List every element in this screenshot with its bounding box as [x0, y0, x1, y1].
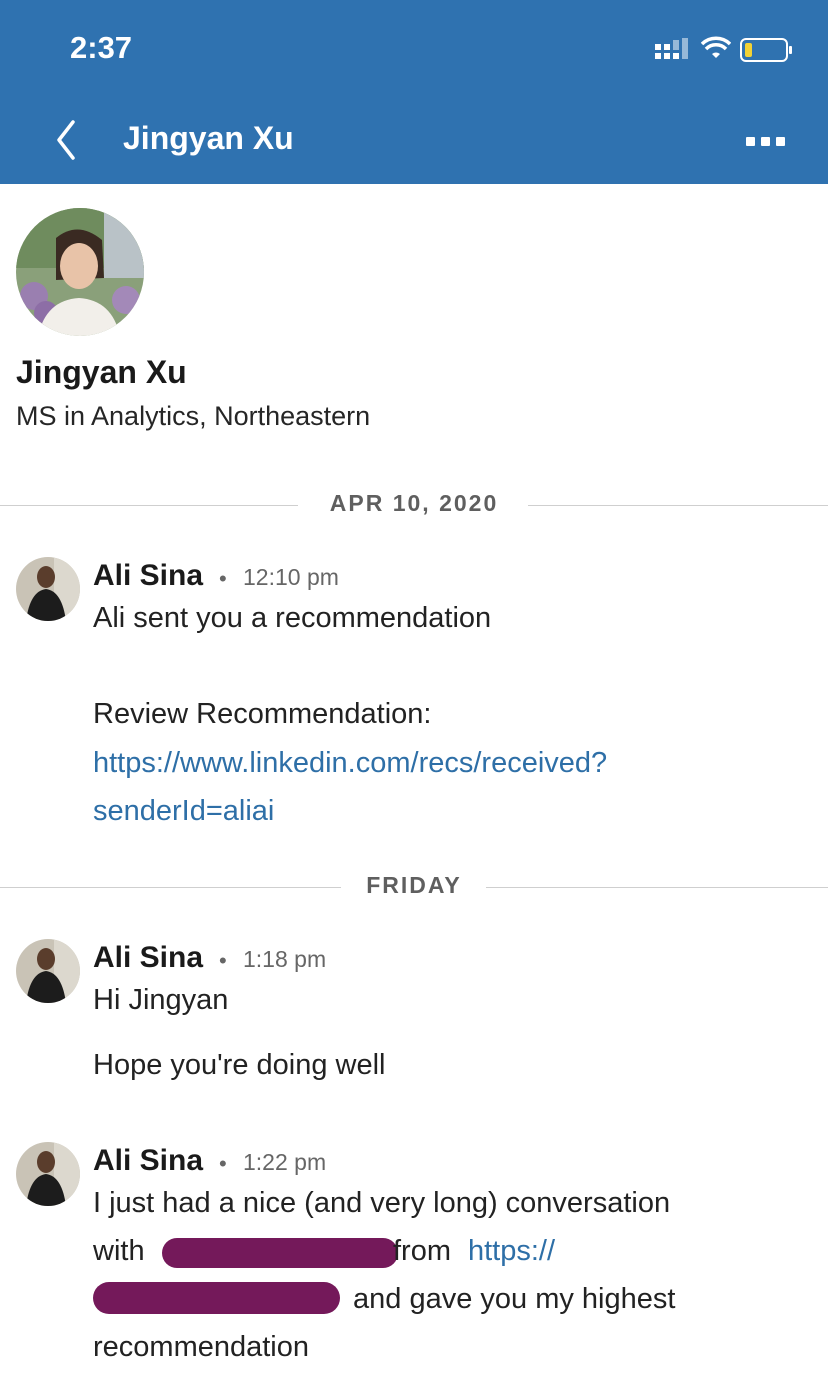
cellular-signal-icon	[655, 38, 688, 59]
conversation-title: Jingyan Xu	[123, 120, 294, 156]
message-text: Hope you're doing well	[93, 1049, 386, 1081]
separator-dot: •	[219, 566, 227, 591]
message-time: 12:10 pm	[243, 564, 339, 590]
profile-headline: MS in Analytics, Northeastern	[16, 401, 371, 431]
message-time: 1:22 pm	[243, 1149, 327, 1175]
message-text: I just had a nice (and very long) conver…	[93, 1187, 671, 1219]
chevron-left-icon	[57, 120, 75, 160]
message-time: 1:18 pm	[243, 946, 327, 972]
sender-name[interactable]: Ali Sina	[93, 559, 203, 593]
separator-dot: •	[219, 1151, 227, 1176]
wifi-icon	[701, 36, 731, 58]
message-text: from	[393, 1235, 451, 1267]
message-text: and gave you my highest	[353, 1283, 676, 1315]
sender-name[interactable]: Ali Sina	[93, 1144, 203, 1178]
recommendation-link[interactable]: https://www.linkedin.com/recs/received?	[93, 747, 607, 780]
sender-name[interactable]: Ali Sina	[93, 941, 203, 975]
message-text: recommendation	[93, 1331, 309, 1363]
message-text: Hi Jingyan	[93, 984, 229, 1016]
date-divider: APR 10, 2020	[0, 490, 828, 520]
more-dot-icon	[775, 136, 785, 146]
recommendation-link[interactable]: senderId=aliai	[93, 795, 274, 828]
more-options-button[interactable]	[740, 126, 790, 156]
redaction-mark	[162, 1238, 398, 1268]
more-dot-icon	[745, 136, 755, 146]
message-text: Ali sent you a recommendation	[93, 602, 492, 634]
sender-avatar[interactable]	[16, 1142, 80, 1206]
message-text: with	[93, 1235, 145, 1267]
message-link[interactable]: https://	[468, 1235, 555, 1268]
sender-avatar[interactable]	[16, 557, 80, 621]
profile-avatar[interactable]	[16, 208, 144, 336]
top-header: 2:37 Jingyan Xu	[0, 0, 828, 184]
profile-name[interactable]: Jingyan Xu	[16, 354, 187, 391]
date-divider-label: FRIDAY	[346, 872, 482, 898]
sender-avatar[interactable]	[16, 939, 80, 1003]
date-divider: FRIDAY	[0, 872, 828, 902]
date-divider-label: APR 10, 2020	[309, 490, 519, 516]
message-text: Review Recommendation:	[93, 698, 432, 730]
status-time: 2:37	[70, 30, 133, 65]
separator-dot: •	[219, 948, 227, 973]
redaction-mark	[93, 1282, 340, 1314]
back-button[interactable]	[46, 112, 86, 168]
more-dot-icon	[760, 136, 770, 146]
battery-icon	[740, 38, 792, 62]
